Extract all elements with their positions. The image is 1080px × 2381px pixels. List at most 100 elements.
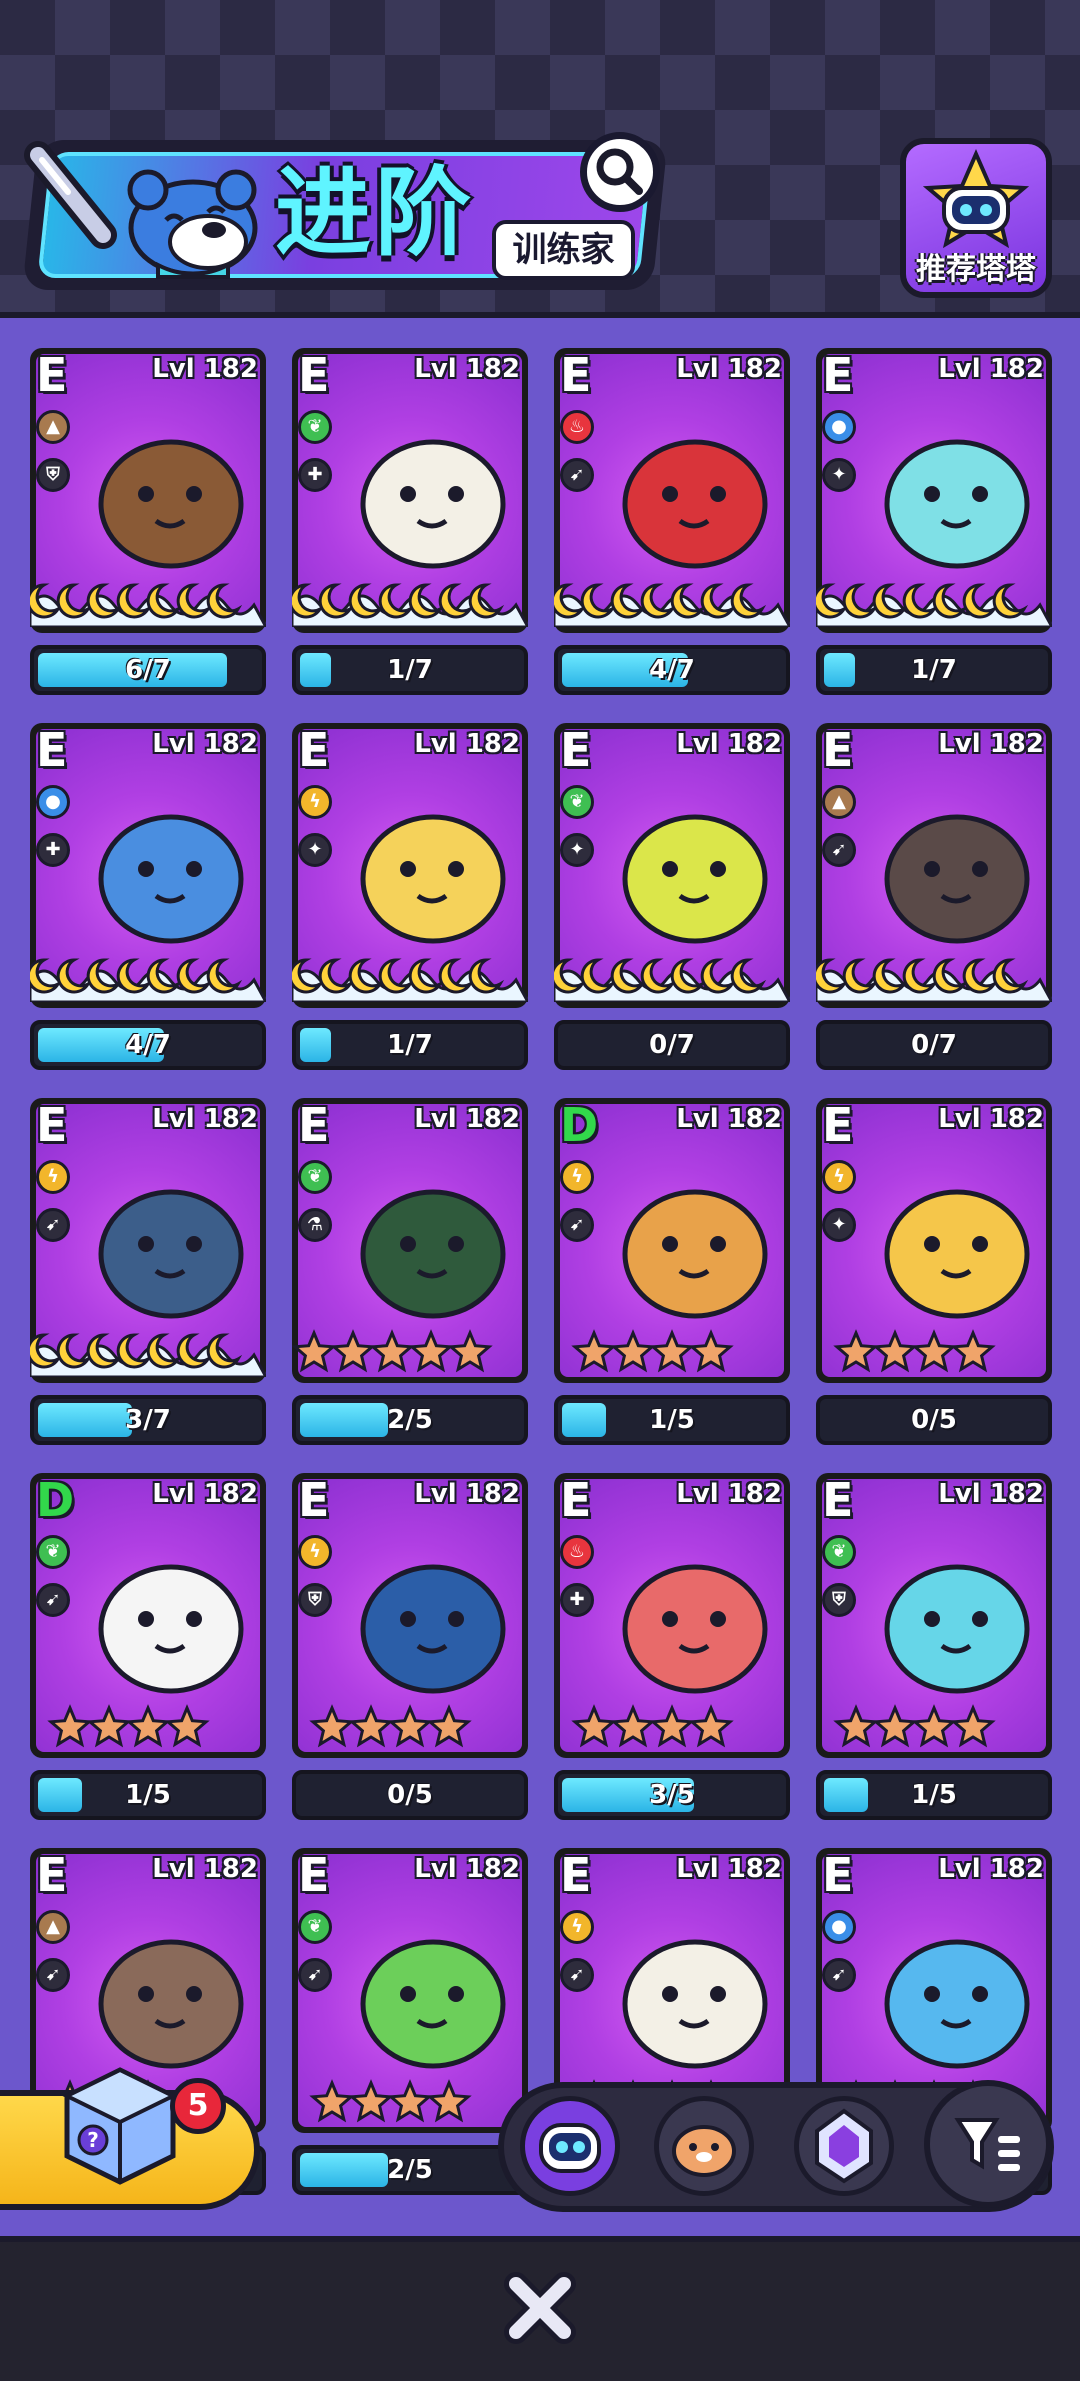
- tata-card[interactable]: E Lvl 182 ϟ ➹: [30, 1098, 266, 1383]
- tata-card[interactable]: E Lvl 182 ❦ ⚗: [292, 1098, 528, 1383]
- tata-card-grid: E Lvl 182 ▲ ⛨ 6/7 E Lvl 182 ❦ ✚ 1/7 E Lvl 182 ♨ ➹ 4/7 E…: [0, 318, 1080, 2236]
- moon-icon: [580, 958, 617, 994]
- rank-letter: E: [822, 348, 854, 402]
- platypus-icon: [98, 1189, 244, 1319]
- grass-element-icon: ❦: [298, 410, 332, 444]
- shield-role-icon: ⛨: [822, 1583, 856, 1617]
- electric-element-icon: ϟ: [298, 1535, 332, 1569]
- heal-role-icon: ✚: [560, 1583, 594, 1617]
- progress-count: 1/5: [911, 1780, 957, 1810]
- star-icon: [387, 1704, 433, 1748]
- star-icon: [950, 1329, 996, 1373]
- ice-turtle-icon: [884, 439, 1030, 569]
- star-icon: [950, 1704, 996, 1748]
- tata-card[interactable]: E Lvl 182 ϟ ⛨: [292, 1473, 528, 1758]
- upgrade-progress-bar: 1/5: [554, 1395, 790, 1445]
- level-label: Lvl 182: [676, 354, 782, 384]
- attack-role-icon: ➹: [298, 1958, 332, 1992]
- upgrade-progress-bar: 0/5: [816, 1395, 1052, 1445]
- star-icon: [571, 1329, 617, 1373]
- progress-count: 1/5: [125, 1780, 171, 1810]
- star-icon: [125, 1704, 171, 1748]
- close-icon[interactable]: [500, 2268, 580, 2348]
- water-element-icon: ●: [822, 410, 856, 444]
- tata-card[interactable]: E Lvl 182 ❦ ✦: [554, 723, 790, 1008]
- tata-card[interactable]: E Lvl 182 ϟ ✦: [292, 723, 528, 1008]
- level-label: Lvl 182: [938, 354, 1044, 384]
- attack-role-icon: ➹: [36, 1583, 70, 1617]
- heal-role-icon: ✚: [36, 833, 70, 867]
- grass-element-icon: ❦: [298, 1910, 332, 1944]
- star-tier-row: [47, 1704, 210, 1748]
- progress-count: 4/7: [125, 1030, 171, 1060]
- page-subtitle: 训练家: [492, 220, 635, 280]
- attack-role-icon: ➹: [560, 458, 594, 492]
- attack-role-icon: ➹: [560, 1958, 594, 1992]
- level-label: Lvl 182: [676, 1104, 782, 1134]
- upgrade-progress-bar: 0/5: [292, 1770, 528, 1820]
- tata-card[interactable]: E Lvl 182 ♨ ➹: [554, 348, 790, 633]
- rank-letter: E: [822, 1848, 854, 1902]
- tab-tata[interactable]: [520, 2096, 620, 2196]
- tab-pet[interactable]: [654, 2096, 754, 2196]
- progress-count: 1/5: [649, 1405, 695, 1435]
- star-tier-row: [309, 2079, 472, 2123]
- svg-text:?: ?: [87, 2128, 99, 2152]
- recommend-tata-button[interactable]: 推荐塔塔: [900, 138, 1052, 298]
- rank-letter: E: [298, 723, 330, 777]
- tata-card[interactable]: E Lvl 182 ● ✦: [816, 348, 1052, 633]
- rank-letter: E: [298, 1473, 330, 1527]
- level-label: Lvl 182: [152, 354, 258, 384]
- level-label: Lvl 182: [414, 1479, 520, 1509]
- water-element-icon: ●: [36, 785, 70, 819]
- upgrade-progress-bar: 1/7: [816, 645, 1052, 695]
- rank-letter: E: [560, 348, 592, 402]
- summon-crystal-icon: [815, 2108, 873, 2184]
- filter-button[interactable]: [924, 2080, 1052, 2208]
- chick-icon: [360, 814, 506, 944]
- rank-letter: E: [822, 1473, 854, 1527]
- fire-element-icon: ♨: [560, 410, 594, 444]
- boar-icon: [884, 814, 1030, 944]
- progress-count: 3/5: [649, 1780, 695, 1810]
- upgrade-progress-bar: 2/5: [292, 2145, 528, 2195]
- tata-card[interactable]: E Lvl 182 ♨ ✚: [554, 1473, 790, 1758]
- star-icon: [833, 1704, 879, 1748]
- tata-card[interactable]: E Lvl 182 ❦ ➹: [292, 1848, 528, 2133]
- search-button[interactable]: [580, 132, 660, 212]
- star-icon: [86, 1704, 132, 1748]
- tata-card[interactable]: E Lvl 182 ● ✚: [30, 723, 266, 1008]
- progress-count: 2/5: [387, 1405, 433, 1435]
- earth-element-icon: ▲: [36, 410, 70, 444]
- tata-card[interactable]: E Lvl 182 ▲ ➹: [816, 723, 1052, 1008]
- level-label: Lvl 182: [152, 1854, 258, 1884]
- star-icon: [309, 1704, 355, 1748]
- seal-icon: [98, 814, 244, 944]
- star-icon: [649, 1704, 695, 1748]
- electric-element-icon: ϟ: [36, 1160, 70, 1194]
- progress-count: 1/7: [387, 655, 433, 685]
- attack-role-icon: ➹: [822, 833, 856, 867]
- star-tier-row: [309, 1704, 472, 1748]
- level-label: Lvl 182: [938, 1854, 1044, 1884]
- recommend-label: 推荐塔塔: [916, 252, 1036, 287]
- moon-icon: [318, 958, 355, 994]
- star-icon: [688, 1329, 734, 1373]
- tata-card[interactable]: D Lvl 182 ❦ ➹: [30, 1473, 266, 1758]
- star-icon: [330, 1329, 376, 1373]
- pear-birds-icon: [622, 814, 768, 944]
- tab-summon[interactable]: [794, 2096, 894, 2196]
- tata-card[interactable]: E Lvl 182 ❦ ⛨: [816, 1473, 1052, 1758]
- level-label: Lvl 182: [938, 1104, 1044, 1134]
- moon-icon: [56, 1333, 93, 1369]
- tata-card[interactable]: E Lvl 182 ❦ ✚: [292, 348, 528, 633]
- tata-card[interactable]: D Lvl 182 ϟ ➹: [554, 1098, 790, 1383]
- mystery-box-icon[interactable]: ?: [55, 2060, 185, 2190]
- level-label: Lvl 182: [152, 1479, 258, 1509]
- attack-role-icon: ➹: [36, 1958, 70, 1992]
- tata-card[interactable]: E Lvl 182 ϟ ✦: [816, 1098, 1052, 1383]
- electric-element-icon: ϟ: [298, 785, 332, 819]
- upgrade-progress-bar: 3/7: [30, 1395, 266, 1445]
- tata-card[interactable]: E Lvl 182 ▲ ⛨: [30, 348, 266, 633]
- fire-element-icon: ♨: [560, 1535, 594, 1569]
